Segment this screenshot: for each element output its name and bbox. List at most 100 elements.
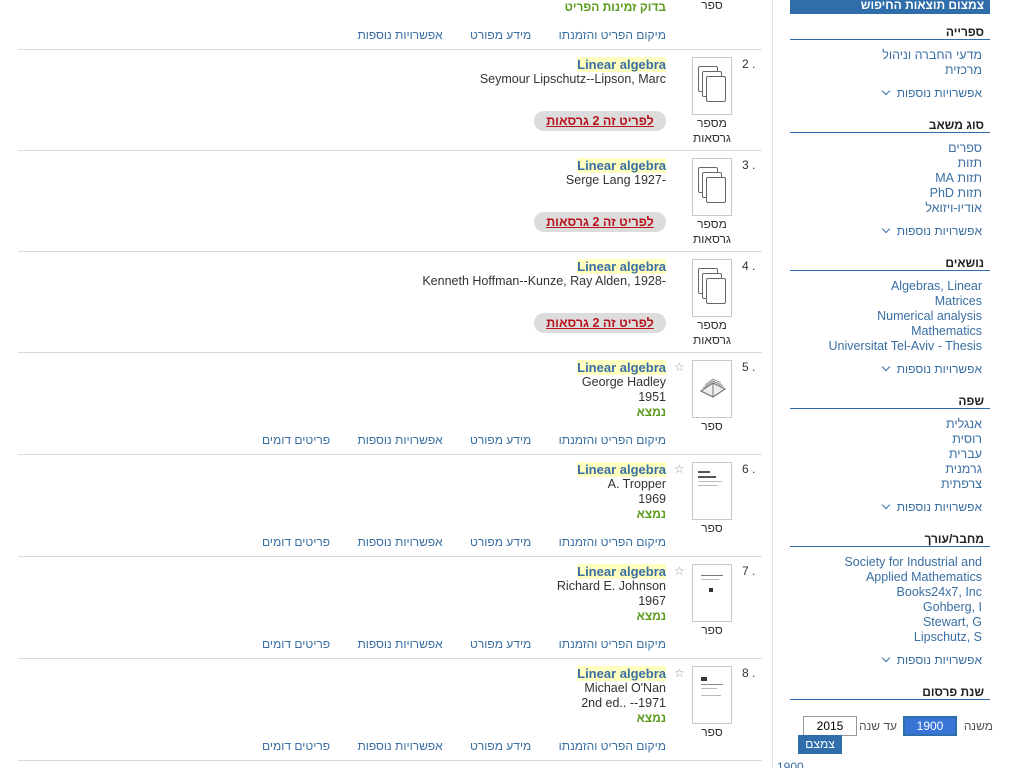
from-year-label: משנה xyxy=(963,719,993,733)
details-link[interactable]: מידע מפורט xyxy=(470,739,531,753)
multi-version-thumbnail[interactable] xyxy=(692,57,732,115)
facet-title: נושאים xyxy=(790,255,990,271)
similar-items-link[interactable]: פריטים דומים xyxy=(262,433,330,447)
facet-item[interactable]: Society for Industrial and xyxy=(790,555,982,570)
result-author: Richard E. Johnson xyxy=(556,579,666,593)
more-options-link[interactable]: אפשרויות נוספות xyxy=(357,739,442,753)
result-title[interactable]: Linear algebra xyxy=(577,564,666,579)
cover-thumbnail[interactable] xyxy=(692,462,732,520)
location-link[interactable]: מיקום הפריט והזמנתו xyxy=(559,535,666,549)
facet-item[interactable]: תזות MA xyxy=(790,171,982,186)
facet-item[interactable]: רוסית xyxy=(790,432,982,447)
more-options-link[interactable]: אפשרויות נוספות xyxy=(357,535,442,549)
versions-button[interactable]: לפריט זה 2 גרסאות xyxy=(534,313,666,333)
facet-resource-type: סוג משאב ספרים תזות תזות MA תזות PhD אוד… xyxy=(790,117,990,239)
more-options-link[interactable]: אפשרויות נוספות xyxy=(790,653,990,668)
facet-item[interactable]: Universitat Tel-Aviv - Thesis xyxy=(790,339,982,354)
similar-items-link[interactable]: פריטים דומים xyxy=(262,535,330,549)
availability-status: נמצא xyxy=(636,609,666,623)
facet-item[interactable]: תזות xyxy=(790,156,982,171)
open-book-icon xyxy=(699,378,727,398)
result-item: 3 . מספר גרסאות Linear algebra Serge Lang… xyxy=(18,150,762,251)
star-icon[interactable]: ☆ xyxy=(674,360,685,374)
facet-item[interactable]: מדעי החברה וניהול xyxy=(790,48,982,63)
facet-item[interactable]: Numerical analysis xyxy=(790,309,982,324)
book-cover-icon xyxy=(701,677,729,699)
result-title[interactable]: Linear algebra xyxy=(577,57,666,72)
result-author: A. Tropper xyxy=(607,477,666,491)
result-number: 7 . xyxy=(742,564,756,578)
type-label: ספר xyxy=(701,419,723,433)
chevron-down-icon xyxy=(881,224,890,234)
star-icon[interactable]: ☆ xyxy=(674,666,685,680)
facet-item[interactable]: צרפתית xyxy=(790,477,982,492)
result-title[interactable]: Linear algebra xyxy=(577,666,666,681)
facet-item[interactable]: Matrices xyxy=(790,294,982,309)
more-options-link[interactable]: אפשרויות נוספות xyxy=(357,433,442,447)
details-link[interactable]: מידע מפורט xyxy=(470,637,531,651)
chevron-down-icon xyxy=(881,500,890,510)
facet-item[interactable]: אנגלית xyxy=(790,417,982,432)
facet-item[interactable]: Lipschutz, S xyxy=(790,630,982,645)
result-item: 6 . ☆ ספר Linear algebra A. Tropper 1969… xyxy=(18,454,762,556)
refine-button[interactable]: צמצם xyxy=(798,735,842,754)
result-item-partial: בדוק זמינות הפריט ספר מיקום הפריט והזמנת… xyxy=(18,0,762,50)
multi-version-thumbnail[interactable] xyxy=(692,259,732,317)
type-label: ספר xyxy=(701,725,723,739)
details-link[interactable]: מידע מפורט xyxy=(470,535,531,549)
more-options-link[interactable]: אפשרויות נוספות xyxy=(790,86,990,101)
result-number: 3 . xyxy=(742,158,756,172)
facet-title: מחבר/עורך xyxy=(790,531,990,547)
to-year-input[interactable] xyxy=(803,716,857,736)
facet-item[interactable]: מרכזית xyxy=(790,63,982,78)
star-icon[interactable]: ☆ xyxy=(674,462,685,476)
result-title[interactable]: Linear algebra xyxy=(577,360,666,375)
more-options-link[interactable]: אפשרויות נוספות xyxy=(790,224,990,239)
facet-item[interactable]: Gohberg, I xyxy=(790,600,982,615)
versions-button[interactable]: לפריט זה 2 גרסאות xyxy=(534,111,666,131)
location-link[interactable]: מיקום הפריט והזמנתו xyxy=(559,433,666,447)
year-link[interactable]: 1900 xyxy=(777,760,804,768)
item-links: מיקום הפריט והזמנתו מידע מפורט אפשרויות … xyxy=(238,739,666,753)
more-options-link[interactable]: אפשרויות נוספות xyxy=(790,500,990,515)
facet-item[interactable]: Algebras, Linear xyxy=(790,279,982,294)
location-link[interactable]: מיקום הפריט והזמנתו xyxy=(559,739,666,753)
cover-thumbnail[interactable] xyxy=(692,564,732,622)
details-link[interactable]: מידע מפורט xyxy=(470,433,531,447)
result-year: 1951 xyxy=(638,390,666,404)
to-year-label: עד שנה xyxy=(858,719,897,733)
facet-item[interactable]: Books24x7, Inc xyxy=(790,585,982,600)
result-title[interactable]: Linear algebra xyxy=(577,259,666,274)
cover-thumbnail[interactable] xyxy=(692,666,732,724)
availability-status: נמצא xyxy=(636,711,666,725)
more-options-link[interactable]: אפשרויות נוספות xyxy=(357,28,442,42)
more-options-link[interactable]: אפשרויות נוספות xyxy=(790,362,990,377)
facet-item[interactable]: Mathematics xyxy=(790,324,982,339)
facet-item[interactable]: אודיו-ויזואל xyxy=(790,201,982,216)
from-year-input[interactable] xyxy=(903,716,957,736)
facet-item[interactable]: Applied Mathematics xyxy=(790,570,982,585)
refine-sidebar: צמצום תוצאות החיפוש ספרייה מדעי החברה ונ… xyxy=(772,0,1024,768)
multi-version-thumbnail[interactable] xyxy=(692,158,732,216)
availability-link[interactable]: בדוק זמינות הפריט xyxy=(565,0,666,15)
star-icon[interactable]: ☆ xyxy=(674,564,685,578)
location-link[interactable]: מיקום הפריט והזמנתו xyxy=(559,28,666,42)
more-options-link[interactable]: אפשרויות נוספות xyxy=(357,637,442,651)
facet-item[interactable]: גרמנית xyxy=(790,462,982,477)
facet-item[interactable]: עברית xyxy=(790,447,982,462)
result-title[interactable]: Linear algebra xyxy=(577,158,666,173)
location-link[interactable]: מיקום הפריט והזמנתו xyxy=(559,637,666,651)
book-thumbnail[interactable] xyxy=(692,360,732,418)
result-number: 4 . xyxy=(742,259,756,273)
similar-items-link[interactable]: פריטים דומים xyxy=(262,739,330,753)
versions-button[interactable]: לפריט זה 2 גרסאות xyxy=(534,212,666,232)
facet-item[interactable]: Stewart, G xyxy=(790,615,982,630)
facet-item[interactable]: ספרים xyxy=(790,141,982,156)
availability-status: נמצא xyxy=(636,405,666,419)
item-links: מיקום הפריט והזמנתו מידע מפורט אפשרויות … xyxy=(238,433,666,447)
result-title[interactable]: Linear algebra xyxy=(577,462,666,477)
result-year: 1967 xyxy=(638,594,666,608)
similar-items-link[interactable]: פריטים דומים xyxy=(262,637,330,651)
details-link[interactable]: מידע מפורט xyxy=(470,28,531,42)
facet-item[interactable]: תזות PhD xyxy=(790,186,982,201)
